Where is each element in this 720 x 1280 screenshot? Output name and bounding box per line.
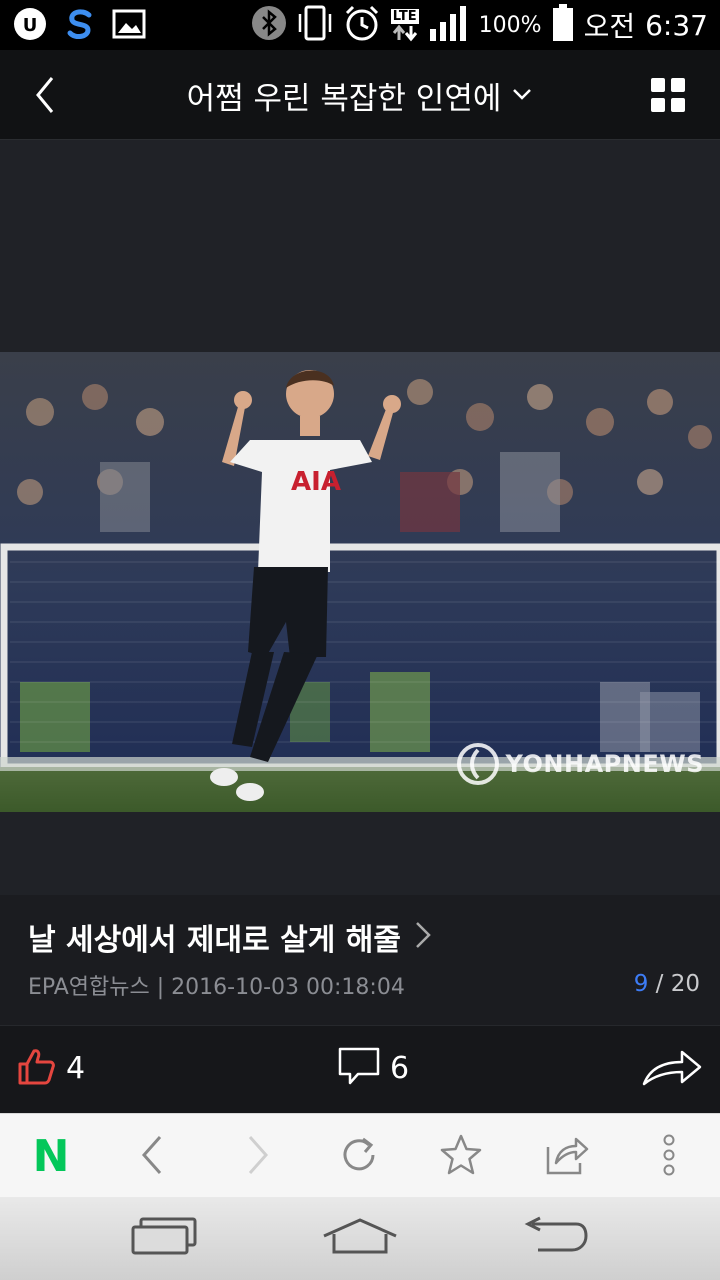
ampm-label: 오전 [583,10,636,43]
photo-counter-separator: / [648,971,671,997]
comment-button[interactable]: 6 [338,1046,409,1090]
album-title-dropdown[interactable]: 어쩜 우린 복잡한 인연에 [120,72,600,118]
like-count: 4 [66,1050,86,1086]
svg-text:U: U [23,15,38,36]
status-bar: U LTE 100% 오전 6:37 [0,0,720,50]
yonhap-logo-icon [456,742,500,786]
battery-percent: 100% [478,12,542,38]
signal-icon [429,5,469,45]
share-button[interactable] [640,1046,704,1092]
browser-forward-button[interactable] [232,1132,282,1182]
lte-icon: LTE [390,8,419,42]
share-page-button[interactable] [542,1132,592,1182]
bluetooth-icon [251,5,287,45]
share-arrow-icon [640,1046,704,1092]
grid-view-button[interactable] [650,77,686,113]
watermark-text: YONHAPNEWS [505,750,704,778]
photo-total-count: 20 [670,971,700,997]
svg-text:AIA: AIA [291,467,341,497]
news-photo[interactable]: AIA YONHAPNEWS [0,352,720,812]
like-button[interactable]: 4 [16,1046,85,1090]
caption-title: 날 세상에서 제대로 살게 해줄 [28,923,401,958]
top-header: 어쩜 우린 복잡한 인연에 [0,50,720,140]
browser-back-icon [138,1133,168,1181]
browser-back-button[interactable] [128,1132,178,1182]
recent-apps-icon [129,1216,199,1260]
back-chevron-icon [26,77,66,122]
bookmark-button[interactable] [436,1132,486,1182]
system-back-icon [518,1216,590,1260]
comment-icon [338,1046,380,1090]
battery-icon [552,4,574,46]
s-app-icon [62,6,98,46]
home-icon [320,1216,400,1260]
grid-view-icon [650,78,686,117]
share-icon [544,1133,590,1181]
home-button[interactable] [320,1213,400,1263]
naver-home-icon: N [32,1131,70,1182]
photo-current-index: 9 [633,971,649,997]
more-menu-button[interactable] [644,1132,694,1182]
back-button[interactable] [26,72,66,118]
more-vert-icon [661,1133,677,1181]
system-back-button[interactable] [514,1213,594,1263]
dropdown-chevron-icon [511,86,533,105]
clock-time: 6:37 [645,8,708,42]
comment-count: 6 [390,1050,410,1086]
photo-viewer[interactable]: AIA YONHAPNEWS [0,140,720,895]
naver-home-button[interactable]: N [26,1132,76,1182]
browser-forward-icon [242,1133,272,1181]
gallery-icon [112,8,146,44]
bookmark-star-icon [438,1133,484,1181]
page-title: 어쩜 우린 복잡한 인연에 [186,80,502,117]
refresh-icon [337,1133,381,1181]
reaction-bar: 4 6 [0,1025,720,1113]
thumbs-up-icon [16,1046,56,1090]
photo-watermark: YONHAPNEWS [456,742,705,786]
chevron-right-icon [413,920,433,954]
alarm-icon [343,4,381,46]
browser-toolbar: N [0,1113,720,1197]
photo-counter: 9 / 20 [634,971,700,997]
caption-title-link[interactable]: 날 세상에서 제대로 살게 해줄 [28,915,433,959]
refresh-button[interactable] [334,1132,384,1182]
photo-caption: 날 세상에서 제대로 살게 해줄 EPA연합뉴스 | 2016-10-03 00… [0,895,720,1025]
u-plus-icon: U [12,6,48,46]
system-navigation-bar [0,1197,720,1280]
recent-apps-button[interactable] [124,1213,204,1263]
vibrate-icon [297,4,333,46]
caption-source-date: EPA연합뉴스 | 2016-10-03 00:18:04 [28,975,405,1000]
